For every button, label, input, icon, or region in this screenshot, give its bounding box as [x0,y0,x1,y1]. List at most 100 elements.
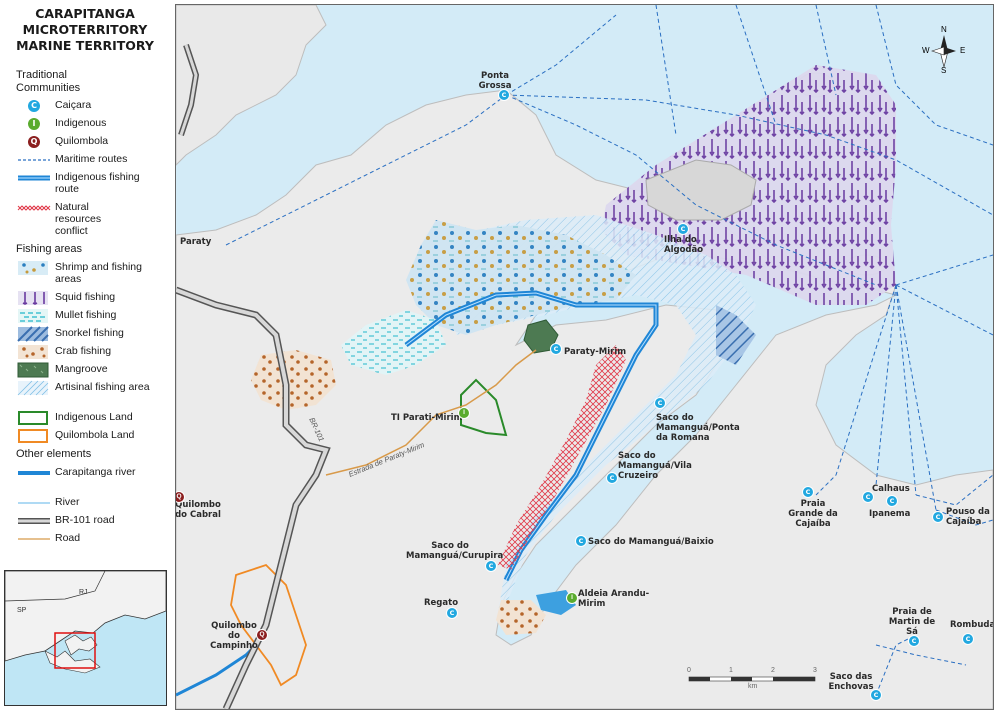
quilombola-land-symbol [18,429,48,443]
label-paraty: Paraty [180,237,212,247]
quilombola-icon[interactable]: Q [256,629,268,641]
scale-bar [688,676,816,682]
caicara-icon[interactable]: C [677,223,689,235]
compass-w: W [922,46,930,55]
legend-label: Indigenous fishing route [55,171,140,195]
traditional-communities-title: Traditional Communities [16,69,81,94]
caicara-icon[interactable]: C [802,486,814,498]
caicara-icon[interactable]: C [575,535,587,547]
label-saco-baixio: Saco do Mamanguá/Baixio [588,537,714,547]
label-saco-ponta-romana: Saco do Mamanguá/Ponta da Romana [656,413,740,443]
legend-item-indigenous-land: Indigenous Land [16,409,166,427]
caicara-icon[interactable]: C [485,560,497,572]
indigenous-land-symbol [18,411,48,425]
label-praia-grande: Praia Grande da Cajaíba [788,499,838,529]
label-rombuda: Rombuda [950,620,994,630]
caicara-icon[interactable]: C [654,397,666,409]
fishing-areas-title: Fishing areas [16,243,83,255]
inset-label-rj: RJ [79,589,88,596]
caicara-icon[interactable]: C [446,607,458,619]
legend-label: Squid fishing [55,291,116,303]
label-pouso: Pouso da Cajaíba [946,507,990,527]
indigenous-route-symbol [18,175,50,181]
label-aldeia: Aldeia Arandu-Mirim [578,589,650,609]
label-ilha-algodao: Ilha do Algodão [664,235,704,255]
legend-item-maritime-routes: Maritime routes [16,151,166,169]
map-title: CARAPITANGA MICROTERRITORY MARINE TERRIT… [0,6,170,54]
legend-item-river: River [16,494,166,512]
legend-panel: CARAPITANGA MICROTERRITORY MARINE TERRIT… [0,0,170,710]
label-saco-enchovas: Saco das Enchovas [828,672,874,692]
label-quilombo-campinho: Quilombo do Campinho [210,621,258,651]
mullet-area-symbol [18,309,48,323]
inset-locator-map: SP RJ [4,570,167,706]
label-ti-parati-mirim: TI Parati-Mirim [391,413,463,423]
caicara-icon[interactable]: C [606,472,618,484]
legend-label: BR-101 road [55,514,115,526]
indigenous-icon[interactable]: I [566,592,578,604]
compass-s: S [941,66,947,75]
snorkel-area-symbol [17,326,49,342]
legend-label: Snorkel fishing [55,327,124,339]
legend-label: Shrimp and fishing areas [55,261,142,285]
maritime-route-symbol [18,159,50,161]
river-symbol [18,502,50,504]
caicara-icon[interactable]: C [550,343,562,355]
legend-item-indigenous-route: Indigenous fishing route [16,169,166,195]
legend-label: Carapitanga river [55,466,136,478]
compass-n: N [941,25,947,34]
indigenous-icon[interactable]: I [458,407,470,419]
legend-label: Mangroove [55,363,108,375]
title-line-3: MARINE TERRITORY [16,38,154,53]
title-line-1: CARAPITANGA [35,6,135,21]
legend-item-quilombola-land: Quilombola Land [16,427,166,445]
caicara-icon[interactable]: C [862,491,874,503]
label-quilombo-cabral: Quilombo do Cabral [175,500,221,520]
legend-item-artisinal: Artisinal fishing area [16,379,166,405]
caicara-icon[interactable]: C [932,511,944,523]
legend-item-indigenous: I Indigenous [16,115,166,133]
legend-label: Indigenous Land [55,411,133,423]
legend-item-snorkel: Snorkel fishing [16,325,166,343]
label-saco-curupira: Saco do Mamanguá/Curupira [406,541,504,561]
caicara-icon[interactable]: C [962,633,974,645]
road-symbol [18,538,50,540]
legend-label: Quilombola [55,135,109,147]
quilombola-icon: Q [28,136,40,148]
artisinal-area-symbol [17,380,49,396]
shrimp-area-symbol [18,261,48,275]
legend-item-conflict: Natural resources conflict [16,199,166,237]
legend-item-road: Road [16,530,166,548]
title-line-2: MICROTERRITORY [22,22,148,37]
legend-item-crab: Crab fishing [16,343,166,361]
caicara-icon[interactable]: C [498,89,510,101]
legend-item-mullet: Mullet fishing [16,307,166,325]
label-praia-martin: Praia de Martin de Sá [888,607,936,637]
caicara-icon[interactable]: C [886,495,898,507]
indigenous-icon: I [28,118,40,130]
legend-item-carapitanga-river: Carapitanga river [16,464,166,490]
compass-e: E [960,46,966,55]
legend-label: Indigenous [55,117,107,129]
squid-area-symbol [18,291,48,305]
map-canvas[interactable]: N S W E 0 1 2 3 km BR-101 Estrada de Par… [175,4,994,710]
conflict-symbol [17,205,51,211]
mangrove-symbol [17,362,49,378]
legend-item-shrimp: Shrimp and fishing areas [16,259,166,285]
br101-road-symbol [18,518,50,524]
other-elements-title: Other elements [16,448,92,460]
legend-item-br101: BR-101 road [16,512,166,530]
legend-label: Mullet fishing [55,309,117,321]
label-ipanema: Ipanema [869,509,911,519]
carapitanga-river-symbol [18,471,50,475]
legend-label: River [55,496,80,508]
legend-label: Artisinal fishing area [55,381,150,393]
legend-label: Caiçara [55,99,92,111]
legend-label: Natural resources conflict [55,201,102,237]
caicara-icon[interactable]: C [908,635,920,647]
legend-label: Crab fishing [55,345,112,357]
legend-item-mangrove: Mangroove [16,361,166,379]
caicara-icon[interactable]: C [870,689,882,701]
legend-item-caicara: C Caiçara [16,97,166,115]
legend-label: Maritime routes [55,153,128,165]
